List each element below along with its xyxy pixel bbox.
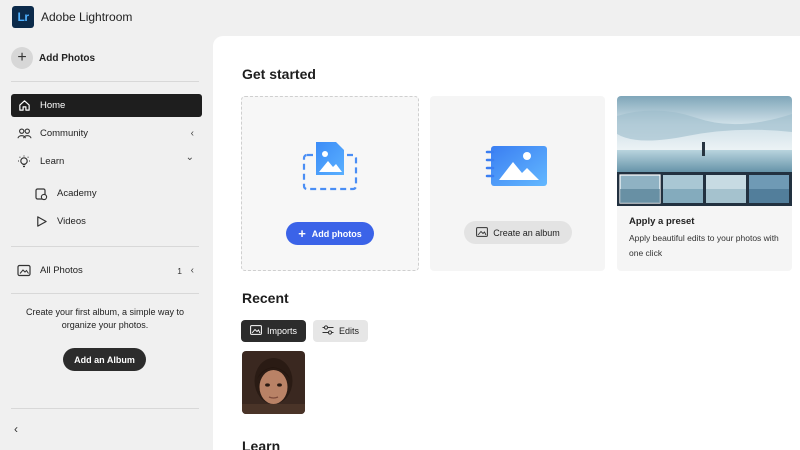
add-album-button[interactable]: Add an Album (63, 348, 146, 371)
filter-edits[interactable]: Edits (313, 320, 369, 342)
sidebar-item-all-photos[interactable]: All Photos 1 ‹ (11, 259, 202, 282)
recent-photo-thumbnail[interactable] (242, 351, 305, 414)
divider (11, 246, 199, 247)
plus-icon: + (11, 47, 33, 69)
add-photos-label: Add Photos (39, 52, 96, 64)
community-icon (16, 126, 32, 142)
add-photos-card-button[interactable]: + Add photos (286, 222, 374, 245)
chevron-down-icon[interactable]: ⌄ (186, 152, 194, 163)
apply-preset-card[interactable]: Apply a preset Apply beautiful edits to … (617, 96, 792, 271)
create-album-label: Create an album (493, 227, 560, 238)
sidebar-item-label: Community (40, 128, 89, 139)
create-album-card[interactable]: Create an album (430, 96, 605, 271)
divider (11, 408, 199, 409)
filter-imports[interactable]: Imports (241, 320, 307, 342)
sidebar-item-label: Videos (57, 216, 86, 227)
sidebar-item-label: Academy (57, 188, 97, 199)
filter-label: Imports (267, 326, 298, 336)
title-bar: Lr Adobe Lightroom (0, 0, 800, 34)
collapse-sidebar-icon[interactable]: ‹ (14, 422, 18, 436)
create-album-button[interactable]: Create an album (464, 221, 572, 244)
lightroom-logo: Lr (12, 6, 34, 28)
get-started-heading: Get started (242, 66, 316, 82)
plus-icon: + (298, 226, 306, 241)
chevron-left-icon[interactable]: ‹ (191, 265, 194, 276)
academy-icon (33, 186, 49, 202)
sidebar-item-learn[interactable]: Learn ⌄ (11, 150, 202, 173)
empty-album-message: Create your first album, a simple way to… (25, 307, 185, 330)
album-icon (485, 142, 549, 195)
sidebar-item-label: Learn (40, 156, 65, 167)
sidebar: + Add Photos Home Community ‹ Learn ⌄ Ac… (0, 34, 213, 450)
photo-count: 1 (177, 265, 182, 276)
recent-heading: Recent (242, 290, 289, 306)
imports-icon (250, 325, 262, 337)
divider (11, 293, 199, 294)
sidebar-item-videos[interactable]: Videos (11, 210, 202, 233)
sliders-icon (322, 325, 334, 337)
lightbulb-icon (16, 154, 32, 170)
sidebar-item-community[interactable]: Community ‹ (11, 122, 202, 145)
home-icon (16, 98, 32, 114)
image-icon (476, 226, 489, 239)
sidebar-item-label: Home (40, 100, 66, 111)
play-icon (33, 214, 49, 230)
add-photos-card-label: Add photos (311, 228, 362, 239)
add-photos-button[interactable]: + Add Photos (11, 47, 95, 69)
add-image-icon (302, 139, 360, 198)
sidebar-item-label: All Photos (40, 265, 83, 276)
app-title: Adobe Lightroom (41, 10, 133, 24)
sidebar-item-academy[interactable]: Academy (11, 182, 202, 205)
learn-heading: Learn (242, 438, 281, 450)
chevron-left-icon[interactable]: ‹ (191, 128, 194, 139)
photos-icon (16, 263, 32, 279)
main-content: Get started + Add photos Create an album… (213, 36, 800, 450)
sidebar-item-home[interactable]: Home (11, 94, 202, 117)
preset-description: Apply beautiful edits to your photos wit… (629, 233, 779, 258)
preset-preview-image (617, 96, 792, 206)
add-photos-card[interactable]: + Add photos (241, 96, 419, 271)
divider (11, 81, 199, 82)
preset-title: Apply a preset (629, 216, 695, 227)
filter-label: Edits (339, 326, 360, 336)
